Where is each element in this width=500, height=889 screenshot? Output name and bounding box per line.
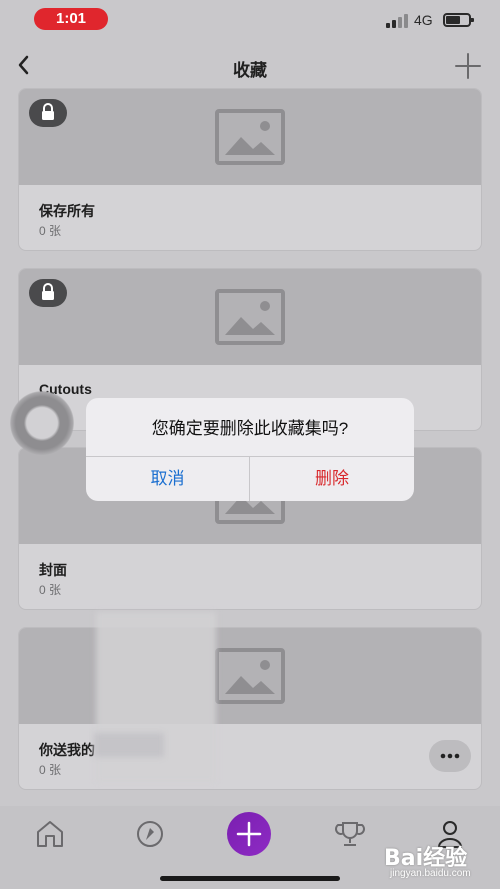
tab-home[interactable] xyxy=(30,814,70,854)
delete-button[interactable]: 删除 xyxy=(250,457,414,501)
privacy-blur xyxy=(94,733,164,757)
more-icon xyxy=(440,753,460,759)
lock-badge xyxy=(29,279,67,307)
image-placeholder-icon xyxy=(215,648,285,704)
collection-count: 0 张 xyxy=(39,583,62,597)
create-button[interactable] xyxy=(227,812,271,856)
watermark: Bai经验 jingyan.baidu.com xyxy=(380,838,490,884)
nav-bar: 收藏 xyxy=(0,44,500,88)
status-time: 1:01 xyxy=(34,8,108,30)
signal-icon xyxy=(386,14,410,28)
network-type: 4G xyxy=(414,12,433,28)
add-collection-button[interactable] xyxy=(452,50,484,82)
collection-cover xyxy=(19,269,481,365)
trophy-icon xyxy=(335,822,365,846)
collection-count: 0 张 xyxy=(39,763,62,777)
page-title: 收藏 xyxy=(233,61,267,80)
status-bar: 1:01 4G xyxy=(0,0,500,40)
more-options-button[interactable] xyxy=(429,740,471,772)
explore-icon xyxy=(137,821,163,847)
dialog-message: 您确定要删除此收藏集吗? xyxy=(151,419,349,438)
touch-indicator xyxy=(10,391,74,455)
collection-title: 保存所有 xyxy=(39,203,95,219)
home-icon xyxy=(37,821,63,847)
lock-badge xyxy=(29,99,67,127)
tab-explore[interactable] xyxy=(130,814,170,854)
lock-icon xyxy=(42,103,54,120)
back-button[interactable] xyxy=(10,50,40,80)
create-icon xyxy=(236,821,262,847)
lock-icon xyxy=(42,283,54,300)
collection-card[interactable]: 你送我的 0 张 xyxy=(18,627,482,790)
plus-icon xyxy=(455,53,481,79)
tab-challenges[interactable] xyxy=(330,814,370,854)
battery-icon xyxy=(443,13,474,27)
collection-count: 0 张 xyxy=(39,224,62,238)
collection-cover xyxy=(19,89,481,185)
collection-title: 你送我的 xyxy=(39,742,95,758)
image-placeholder-icon xyxy=(215,109,285,165)
collection-cover xyxy=(19,628,481,724)
watermark-url: jingyan.baidu.com xyxy=(390,868,471,879)
cancel-button[interactable]: 取消 xyxy=(86,457,249,501)
image-placeholder-icon xyxy=(215,289,285,345)
chevron-left-icon xyxy=(18,55,29,75)
collection-card[interactable]: 保存所有 0 张 xyxy=(18,88,482,251)
collection-title: 封面 xyxy=(39,562,67,578)
home-indicator xyxy=(160,876,340,881)
delete-confirm-dialog: 您确定要删除此收藏集吗? 取消 删除 xyxy=(86,398,414,501)
